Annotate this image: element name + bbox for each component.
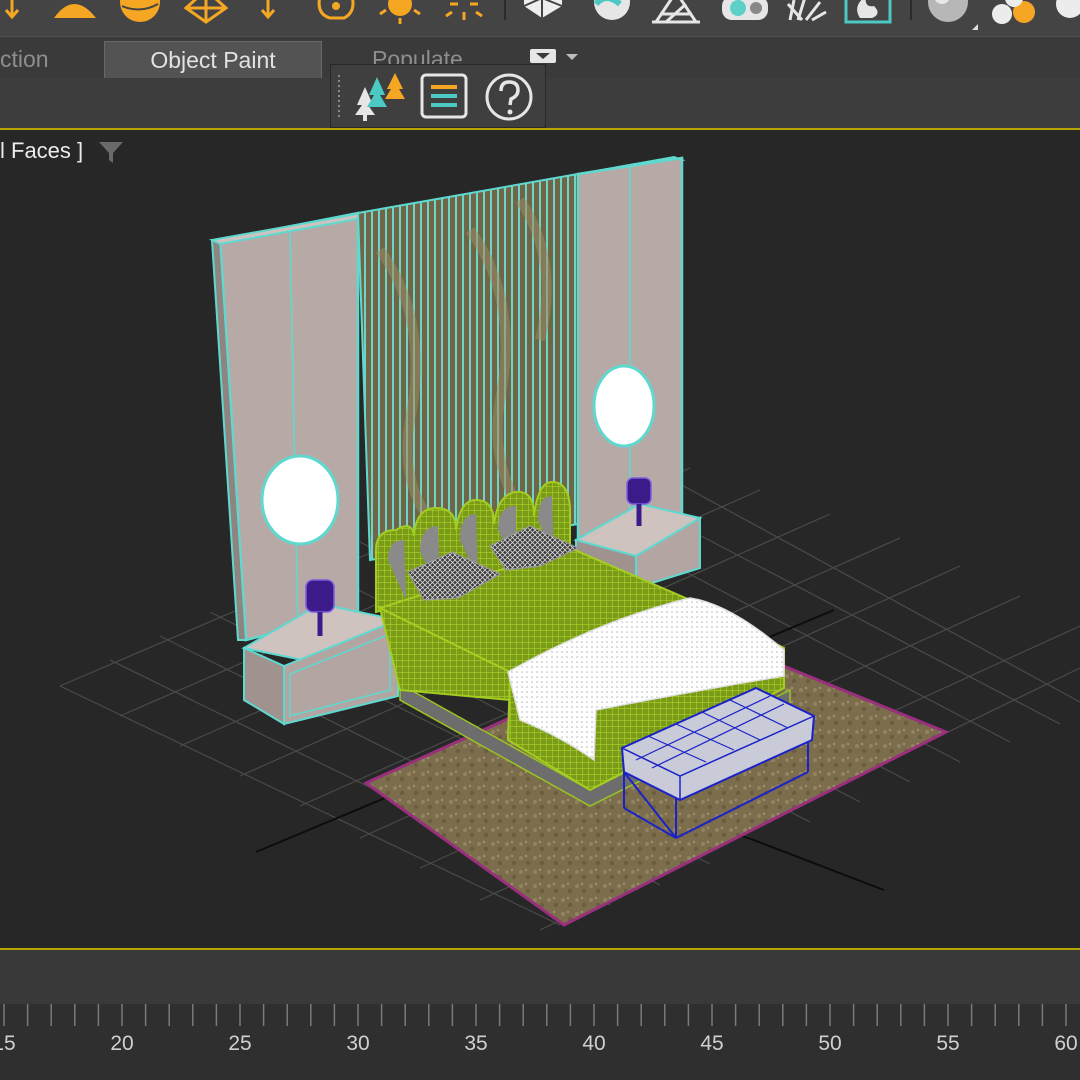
timeline-tick-label: 20 xyxy=(110,1032,133,1055)
tower-icon[interactable] xyxy=(652,0,700,24)
bulb-icon[interactable] xyxy=(317,0,355,20)
timeline-tick-label: 30 xyxy=(346,1032,369,1055)
timeline-tick-label: 40 xyxy=(582,1032,605,1055)
toolbar-icons xyxy=(4,0,1080,30)
tab-object-paint[interactable]: Object Paint xyxy=(104,41,322,78)
help-icon[interactable] xyxy=(485,73,533,121)
fire-icon[interactable] xyxy=(844,0,892,24)
timeline-tick-labels: 15 20 25 30 35 40 45 50 55 60 xyxy=(0,1032,1078,1055)
left-round-mirror[interactable] xyxy=(260,454,340,546)
shape-icon[interactable] xyxy=(593,0,630,20)
geosphere-icon[interactable] xyxy=(183,0,229,24)
perspective-viewport[interactable]: l Faces ] xyxy=(0,130,1080,948)
chevron-down-icon xyxy=(566,54,578,60)
right-round-mirror[interactable] xyxy=(592,364,656,448)
arrow-down-icon[interactable] xyxy=(260,0,276,20)
material-sphere-icon[interactable] xyxy=(928,0,978,30)
trees-icon[interactable] xyxy=(355,73,405,121)
timeline-tick-label: 15 xyxy=(0,1032,16,1055)
box-icon[interactable] xyxy=(523,0,563,18)
grass-icon[interactable] xyxy=(786,0,827,22)
timeline-ruler[interactable]: 15 20 25 30 35 40 45 50 55 60 xyxy=(0,1004,1080,1080)
populate-floating-toolbar xyxy=(330,64,546,128)
tab-selection[interactable]: ction xyxy=(0,41,49,77)
timeline-tick-label: 60 xyxy=(1054,1032,1077,1055)
timeline-tick-label: 45 xyxy=(700,1032,723,1055)
cone-icon[interactable] xyxy=(54,4,96,18)
sphere-icon[interactable] xyxy=(120,0,160,22)
timeline-tick-label: 35 xyxy=(464,1032,487,1055)
list-icon[interactable] xyxy=(420,73,468,119)
sun-icon[interactable] xyxy=(378,0,422,24)
timeline-tick-label: 50 xyxy=(818,1032,841,1055)
scene-canvas[interactable] xyxy=(0,130,1080,948)
skylight-icon[interactable] xyxy=(445,0,483,20)
arrow-down-icon[interactable] xyxy=(4,0,20,20)
material-map-icon[interactable] xyxy=(992,0,1080,24)
timeline-minor-ticks xyxy=(3,1004,1067,1026)
camera-icon[interactable] xyxy=(722,0,768,20)
timeline-tick-label: 55 xyxy=(936,1032,959,1055)
main-toolbar xyxy=(0,0,1080,36)
timeline-tick-label: 25 xyxy=(228,1032,251,1055)
